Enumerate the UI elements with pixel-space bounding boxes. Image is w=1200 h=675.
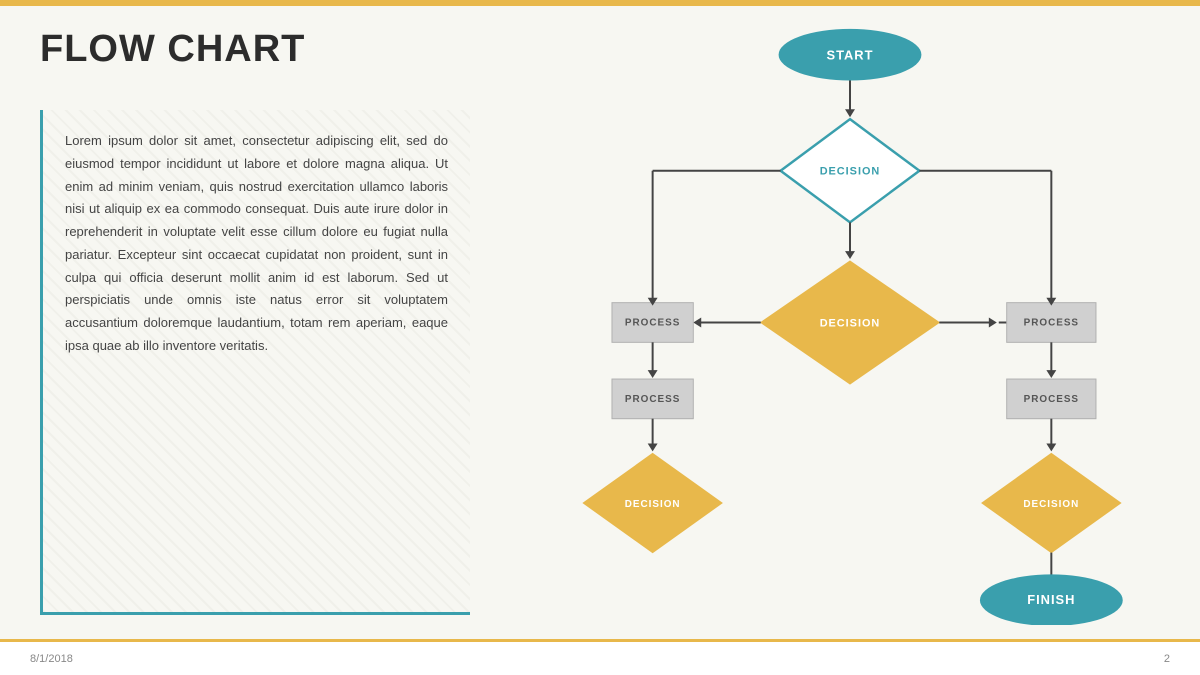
flowchart-area: START DECISION DECISION PROCESS xyxy=(520,20,1180,625)
slide-date: 8/1/2018 xyxy=(30,653,73,665)
bottom-bar: 8/1/2018 2 xyxy=(0,639,1200,675)
page-title: FLOW CHART xyxy=(40,28,305,71)
svg-text:PROCESS: PROCESS xyxy=(625,394,680,405)
svg-text:FINISH: FINISH xyxy=(1027,592,1075,607)
text-panel: Lorem ipsum dolor sit amet, consectetur … xyxy=(40,110,470,615)
slide: FLOW CHART Lorem ipsum dolor sit amet, c… xyxy=(0,0,1200,675)
flowchart-svg: START DECISION DECISION PROCESS xyxy=(520,20,1180,625)
svg-text:START: START xyxy=(827,48,874,63)
top-accent-bar xyxy=(0,0,1200,6)
svg-text:DECISION: DECISION xyxy=(820,317,881,329)
body-text: Lorem ipsum dolor sit amet, consectetur … xyxy=(65,130,448,358)
svg-text:PROCESS: PROCESS xyxy=(625,317,680,328)
slide-number: 2 xyxy=(1164,653,1170,665)
svg-text:DECISION: DECISION xyxy=(625,499,681,510)
svg-text:PROCESS: PROCESS xyxy=(1024,394,1079,405)
svg-text:PROCESS: PROCESS xyxy=(1024,317,1079,328)
svg-text:DECISION: DECISION xyxy=(1023,499,1079,510)
svg-text:DECISION: DECISION xyxy=(820,166,881,178)
